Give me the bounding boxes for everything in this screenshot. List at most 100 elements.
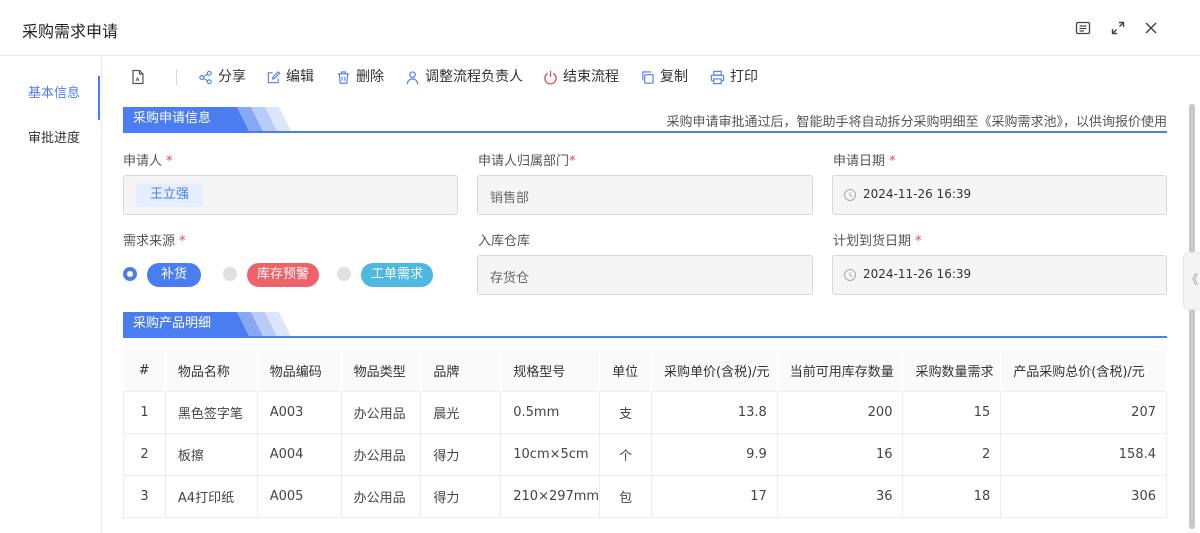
col-header: 采购数量需求 <box>902 350 1002 391</box>
edit-button[interactable]: 编辑 <box>266 62 314 92</box>
cell-unit-price: 17 <box>651 474 778 518</box>
col-header: 物品类型 <box>341 350 422 391</box>
col-header: 规格型号 <box>500 350 601 391</box>
collapse-panel-button[interactable]: 《 <box>1183 252 1200 310</box>
col-header: 采购单价(含税)/元 <box>651 350 778 391</box>
side-nav: 基本信息 审批进度 <box>0 56 102 533</box>
cell-unit-price: 9.9 <box>651 432 778 475</box>
end-flow-button[interactable]: 结束流程 <box>543 62 619 92</box>
cell-type: 办公用品 <box>341 432 422 475</box>
arrival-date-field[interactable]: 2024-11-26 16:39 <box>832 255 1167 295</box>
clock-icon <box>844 189 856 201</box>
cell-spec: 210×297mm <box>500 474 601 518</box>
copy-icon <box>642 70 654 84</box>
delete-button[interactable]: 删除 <box>336 62 384 92</box>
section-purchase-info: 采购申请信息 采购申请审批通过后，智能助手将自动拆分采购明细至《采购需求池》，以… <box>123 107 1167 133</box>
cell-quantity: 2 <box>902 432 1002 475</box>
table-row[interactable]: 1 黑色签字笔 A003 办公用品 晨光 0.5mm 支 13.8 200 15… <box>123 390 1167 433</box>
cell-name: 黑色签字笔 <box>165 390 258 433</box>
cell-type: 办公用品 <box>341 390 422 433</box>
section-stripes-decoration <box>223 312 291 336</box>
dialog-title: 采购需求申请 <box>22 22 119 41</box>
cell-quantity: 18 <box>902 474 1002 518</box>
side-panel-icon[interactable] <box>1075 20 1091 36</box>
cell-index: 3 <box>123 474 166 518</box>
user-icon <box>406 70 419 84</box>
applicant-field[interactable]: 王立强 <box>123 175 458 215</box>
cell-code: A003 <box>257 390 342 433</box>
source-option-restock[interactable]: 补货 <box>147 263 202 287</box>
scrollbar-thumb[interactable] <box>1189 104 1195 529</box>
col-header: 物品编码 <box>257 350 342 391</box>
section-stripes-decoration <box>223 107 291 131</box>
section-title: 采购申请信息 <box>123 107 223 131</box>
share-button[interactable]: 分享 <box>198 62 246 92</box>
apply-date-label: 申请日期 * <box>833 154 896 169</box>
trash-icon <box>337 70 350 84</box>
toolbar: 分享 编辑 删除 调整流程负责人 结束流程 复制 打印 <box>120 62 1180 92</box>
cell-code: A005 <box>257 474 342 518</box>
cell-name: 板擦 <box>165 432 258 475</box>
nav-item-approval-progress[interactable]: 审批进度 <box>0 121 100 157</box>
nav-item-basic-info[interactable]: 基本信息 <box>0 76 100 120</box>
cell-brand: 得力 <box>420 474 502 518</box>
product-table: # 物品名称 物品编码 物品类型 品牌 规格型号 单位 采购单价(含税)/元 当… <box>123 350 1167 518</box>
col-header: 当前可用库存数量 <box>777 350 904 391</box>
section-product-details: 采购产品明细 <box>123 312 1167 338</box>
cell-stock: 200 <box>777 390 904 433</box>
expand-icon[interactable] <box>1110 20 1126 36</box>
document-icon[interactable] <box>130 62 146 92</box>
power-icon <box>544 70 557 84</box>
col-header: 产品采购总价(含税)/元 <box>1000 350 1167 391</box>
cell-stock: 36 <box>777 474 904 518</box>
col-header: # <box>123 350 166 391</box>
cell-total: 158.4 <box>1000 432 1167 475</box>
department-label: 申请人归属部门* <box>478 154 576 169</box>
col-header: 物品名称 <box>165 350 258 391</box>
close-icon[interactable] <box>1143 20 1159 36</box>
apply-date-field[interactable]: 2024-11-26 16:39 <box>832 175 1167 215</box>
table-row[interactable]: 3 A4打印纸 A005 办公用品 得力 210×297mm 包 17 36 1… <box>123 474 1167 518</box>
cell-stock: 16 <box>777 432 904 475</box>
section-note: 采购申请审批通过后，智能助手将自动拆分采购明细至《采购需求池》，以供询报价使用 <box>666 115 1167 130</box>
warehouse-field[interactable]: 存货仓 <box>477 255 813 295</box>
cell-total: 207 <box>1000 390 1167 433</box>
dialog-header: 采购需求申请 <box>0 0 1200 56</box>
section-title: 采购产品明细 <box>123 312 223 336</box>
cell-unit: 支 <box>599 390 653 433</box>
table-header-row: # 物品名称 物品编码 物品类型 品牌 规格型号 单位 采购单价(含税)/元 当… <box>123 350 1167 391</box>
cell-name: A4打印纸 <box>165 474 258 518</box>
source-option-work-order[interactable]: 工单需求 <box>361 263 434 287</box>
col-header: 单位 <box>599 350 653 391</box>
col-header: 品牌 <box>420 350 502 391</box>
applicant-chip: 王立强 <box>136 183 204 207</box>
reassign-owner-button[interactable]: 调整流程负责人 <box>405 62 523 92</box>
warehouse-label: 入库仓库 <box>478 234 531 249</box>
cell-index: 1 <box>123 390 166 433</box>
cell-brand: 得力 <box>420 432 502 475</box>
edit-icon <box>267 70 281 83</box>
applicant-label: 申请人 * <box>123 154 173 169</box>
cell-spec: 10cm×5cm <box>500 432 601 475</box>
cell-index: 2 <box>123 432 166 475</box>
source-radio-work-order[interactable] <box>337 267 351 281</box>
arrival-date-label: 计划到货日期 * <box>833 234 922 249</box>
cell-total: 306 <box>1000 474 1167 518</box>
source-radio-stock-alert[interactable] <box>223 267 237 281</box>
cell-unit: 包 <box>599 474 653 518</box>
share-icon <box>199 70 212 84</box>
source-radio-restock[interactable] <box>123 267 137 281</box>
cell-brand: 晨光 <box>420 390 502 433</box>
source-option-stock-alert[interactable]: 库存预警 <box>247 263 320 287</box>
cell-spec: 0.5mm <box>500 390 601 433</box>
department-field[interactable]: 销售部 <box>477 175 813 215</box>
printer-icon <box>710 70 725 84</box>
cell-unit-price: 13.8 <box>651 390 778 433</box>
cell-code: A004 <box>257 432 342 475</box>
source-label: 需求来源 * <box>123 234 186 249</box>
table-row[interactable]: 2 板擦 A004 办公用品 得力 10cm×5cm 个 9.9 16 2 15… <box>123 432 1167 475</box>
print-button[interactable]: 打印 <box>710 62 758 92</box>
clock-icon <box>844 269 856 281</box>
copy-button[interactable]: 复制 <box>640 62 688 92</box>
cell-quantity: 15 <box>902 390 1002 433</box>
